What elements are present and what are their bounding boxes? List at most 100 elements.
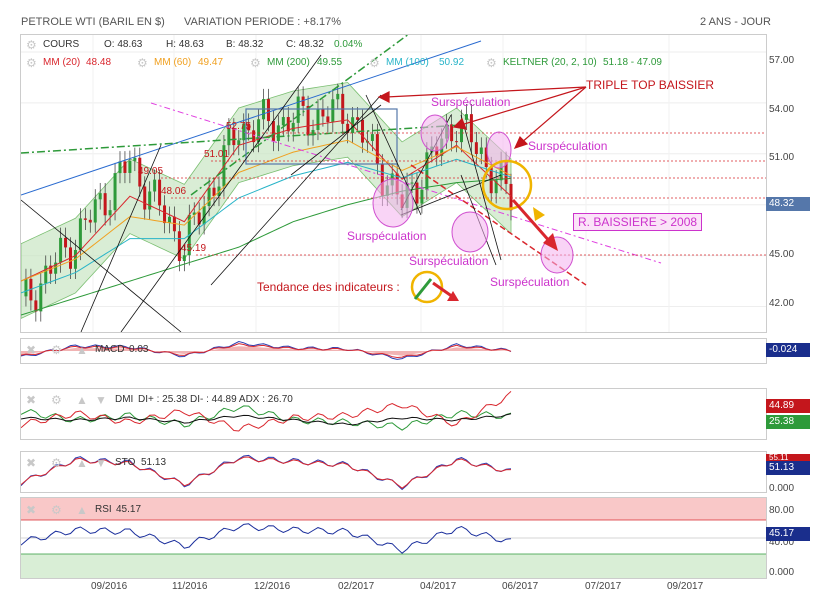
bearish-resistance-label: R. BAISSIERE > 2008 <box>573 213 703 231</box>
small-yellow-arrow <box>533 207 545 221</box>
candle <box>182 255 186 262</box>
macd-tag: -0.024 <box>766 343 810 357</box>
ohlc-open: O: 48.63 <box>104 39 143 50</box>
keltner-value: 51.18 - 47.09 <box>603 57 662 68</box>
gear-icon[interactable]: ⚙ <box>250 57 261 69</box>
arrow-down-icon[interactable]: ▼ <box>95 457 107 469</box>
ohlc-low: B: 48.32 <box>226 39 264 50</box>
gear-icon[interactable]: ⚙ <box>51 344 62 356</box>
gear-icon[interactable]: ⚙ <box>26 57 37 69</box>
gear-icon[interactable]: ⚙ <box>369 57 380 69</box>
forecast-arrow <box>511 199 553 244</box>
gear-icon[interactable]: ⚙ <box>51 457 62 469</box>
price-panel: 52.75 51.01 49.05 48.06 45.19 TRIPLE TOP… <box>20 34 767 333</box>
rsi-label: RSI <box>95 504 112 515</box>
candle <box>163 205 167 224</box>
ohlc-high: H: 48.63 <box>166 39 204 50</box>
candle <box>316 109 320 130</box>
candle <box>306 105 310 136</box>
mm200-label: MM (200) <box>267 57 310 68</box>
candle <box>420 189 424 204</box>
arrow-up-icon[interactable]: ▲ <box>76 344 88 356</box>
gear-icon[interactable]: ⚙ <box>51 394 62 406</box>
candle <box>326 116 330 123</box>
rsi-axis-tick: 0.000 <box>769 567 795 578</box>
gear-icon[interactable]: ⚙ <box>486 57 497 69</box>
level-label-1: 52.75 <box>226 121 252 132</box>
rsi-line <box>21 523 512 554</box>
x-tick: 04/2017 <box>420 581 457 592</box>
gear-icon[interactable]: ⚙ <box>26 39 37 51</box>
level-label-2: 51.01 <box>204 149 230 160</box>
candle <box>93 199 97 223</box>
macd-panel: ✖ ⚙ ▲ MACD 0.03 <box>20 338 767 364</box>
price-tick: 51.00 <box>769 152 795 163</box>
mm20-label: MM (20) <box>43 57 81 68</box>
level-label-3: 49.05 <box>138 166 164 177</box>
x-tick: 09/2016 <box>91 581 128 592</box>
arrow-down-icon[interactable]: ▼ <box>95 394 107 406</box>
arrow-up-icon[interactable]: ▲ <box>76 394 88 406</box>
candle <box>479 147 483 155</box>
gear-icon[interactable]: ⚙ <box>137 57 148 69</box>
candle <box>123 161 127 173</box>
candle <box>83 218 87 220</box>
price-tick: 57.00 <box>769 55 795 66</box>
ohlc-change: 0.04% <box>334 39 363 50</box>
keltner-label: KELTNER (20, 2, 10) <box>503 57 597 68</box>
candle <box>469 114 473 143</box>
close-icon[interactable]: ✖ <box>26 457 36 469</box>
mm20-value: 48.48 <box>86 57 112 68</box>
rsi-value: 45.17 <box>116 504 142 515</box>
rsi-tag: 45.17 <box>766 527 810 541</box>
arrow-up-icon[interactable]: ▲ <box>76 457 88 469</box>
gear-icon[interactable]: ⚙ <box>51 504 62 516</box>
price-tick: 45.00 <box>769 249 795 260</box>
dmi-panel: ✖ ⚙ ▲ ▼ DMI DI+ : 25.38 DI- : 44.89 ADX … <box>20 388 767 440</box>
candle <box>88 219 92 223</box>
candle <box>207 187 211 207</box>
macd-value: 0.03 <box>129 344 149 355</box>
x-tick: 02/2017 <box>338 581 375 592</box>
rsi-panel: ✖ ⚙ ▲ RSI 45.17 <box>20 497 767 579</box>
period-selector[interactable]: 2 ANS - JOUR <box>700 16 771 28</box>
x-tick: 12/2016 <box>254 581 291 592</box>
sto-panel: ✖ ⚙ ▲ ▼ STO 51.13 <box>20 451 767 493</box>
period-variation: VARIATION PERIODE : +8.17% <box>184 16 342 28</box>
candle <box>39 283 43 312</box>
candle <box>59 237 63 263</box>
candle <box>375 134 379 165</box>
mm200-value: 49.55 <box>317 57 343 68</box>
candle <box>370 134 374 141</box>
oversold-zone <box>21 554 766 578</box>
price-tag: 48.32 <box>766 197 810 211</box>
mm60-value: 49.47 <box>198 57 224 68</box>
candle <box>291 122 295 132</box>
candle <box>143 186 147 210</box>
surspeculation-label-1: Surspéculation <box>431 95 511 109</box>
tendance-label: Tendance des indicateurs : <box>257 280 400 294</box>
price-tick: 42.00 <box>769 298 795 309</box>
sto-axis-tick: 0.000 <box>769 483 795 494</box>
level-label-4: 48.06 <box>161 186 187 197</box>
candle <box>113 173 117 211</box>
sto-value: 51.13 <box>141 457 167 468</box>
x-tick: 09/2017 <box>667 581 704 592</box>
ohlc-label: COURS <box>43 39 80 50</box>
candle <box>455 141 459 143</box>
candle <box>266 99 270 122</box>
candle <box>44 265 48 284</box>
surspeculation-label-4: Surspéculation <box>409 254 489 268</box>
x-tick: 07/2017 <box>585 581 622 592</box>
mm60-label: MM (60) <box>154 57 192 68</box>
candle <box>78 218 82 250</box>
candle <box>296 96 300 123</box>
surspeculation-label-3: Surspéculation <box>347 229 427 243</box>
close-icon[interactable]: ✖ <box>26 394 36 406</box>
close-icon[interactable]: ✖ <box>26 504 36 516</box>
candle <box>464 114 468 120</box>
close-icon[interactable]: ✖ <box>26 344 36 356</box>
arrow-up-icon[interactable]: ▲ <box>76 504 88 516</box>
dmi-tag-red: 44.89 <box>766 399 810 413</box>
candle <box>331 99 335 123</box>
